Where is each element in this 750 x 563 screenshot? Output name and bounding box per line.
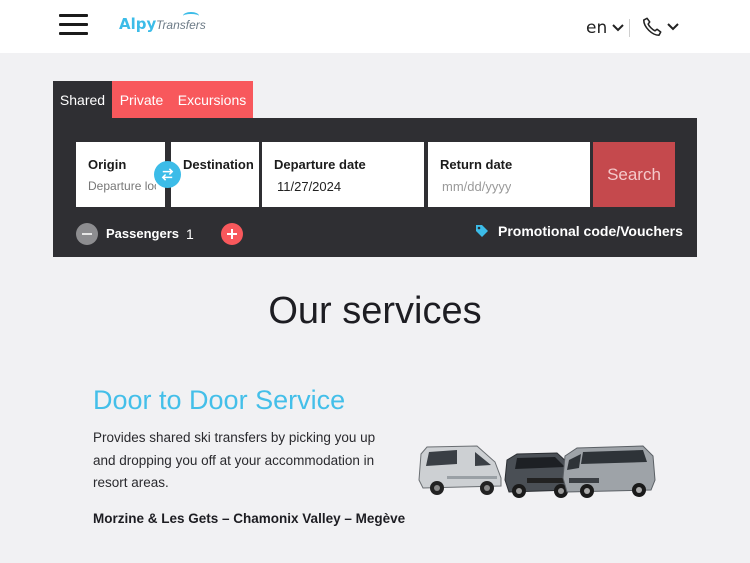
departure-date-label: Departure date <box>274 157 366 172</box>
logo-sub-text: Transfers <box>156 18 206 32</box>
origin-input[interactable]: Departure location <box>88 179 156 193</box>
tab-private[interactable]: Private <box>112 81 171 118</box>
passengers-count: 1 <box>186 226 194 242</box>
language-selector[interactable]: en <box>586 18 624 38</box>
destination-field[interactable]: Destination <box>171 142 259 207</box>
passengers-label: Passengers <box>106 226 179 241</box>
plus-icon[interactable] <box>221 223 243 245</box>
swap-icon[interactable] <box>154 161 181 188</box>
origin-field[interactable]: Origin Departure location <box>76 142 165 207</box>
chevron-down-icon <box>667 23 679 31</box>
departure-date-field[interactable]: Departure date 11/27/2024 <box>262 142 424 207</box>
header: Alpy Transfers en <box>0 0 750 53</box>
services-heading: Our services <box>268 290 482 332</box>
service-locations: Morzine & Les Gets – Chamonix Valley – M… <box>93 511 406 526</box>
phone-menu[interactable] <box>641 16 679 38</box>
promo-code-label: Promotional code/Vouchers <box>498 223 683 239</box>
tag-icon <box>476 225 488 237</box>
service-title: Door to Door Service <box>93 385 346 415</box>
search-panel: Origin Departure location Destination De… <box>53 118 697 257</box>
language-label: en <box>586 18 608 38</box>
origin-label: Origin <box>88 157 127 172</box>
promo-code-link[interactable]: Promotional code/Vouchers <box>475 223 683 239</box>
destination-label: Destination <box>183 157 254 172</box>
van-right <box>562 445 656 498</box>
passengers-row: Passengers 1 <box>76 223 243 245</box>
return-date-label: Return date <box>440 157 513 172</box>
service-description: Provides shared ski transfers by picking… <box>93 430 376 490</box>
header-divider <box>629 19 630 37</box>
tab-shared[interactable]: Shared <box>53 81 112 118</box>
search-button[interactable]: Search <box>593 142 675 207</box>
tab-excursions[interactable]: Excursions <box>171 81 253 118</box>
van-left <box>418 445 502 495</box>
vans-image <box>418 445 656 498</box>
minus-icon[interactable] <box>76 223 98 245</box>
phone-icon <box>642 17 662 37</box>
return-date-input[interactable]: mm/dd/yyyy <box>442 179 511 194</box>
menu-icon[interactable] <box>59 14 89 36</box>
chevron-down-icon <box>612 24 624 32</box>
logo-main-text: Alpy <box>119 15 157 33</box>
departure-date-input[interactable]: 11/27/2024 <box>277 179 341 194</box>
return-date-field[interactable]: Return date mm/dd/yyyy <box>428 142 590 207</box>
